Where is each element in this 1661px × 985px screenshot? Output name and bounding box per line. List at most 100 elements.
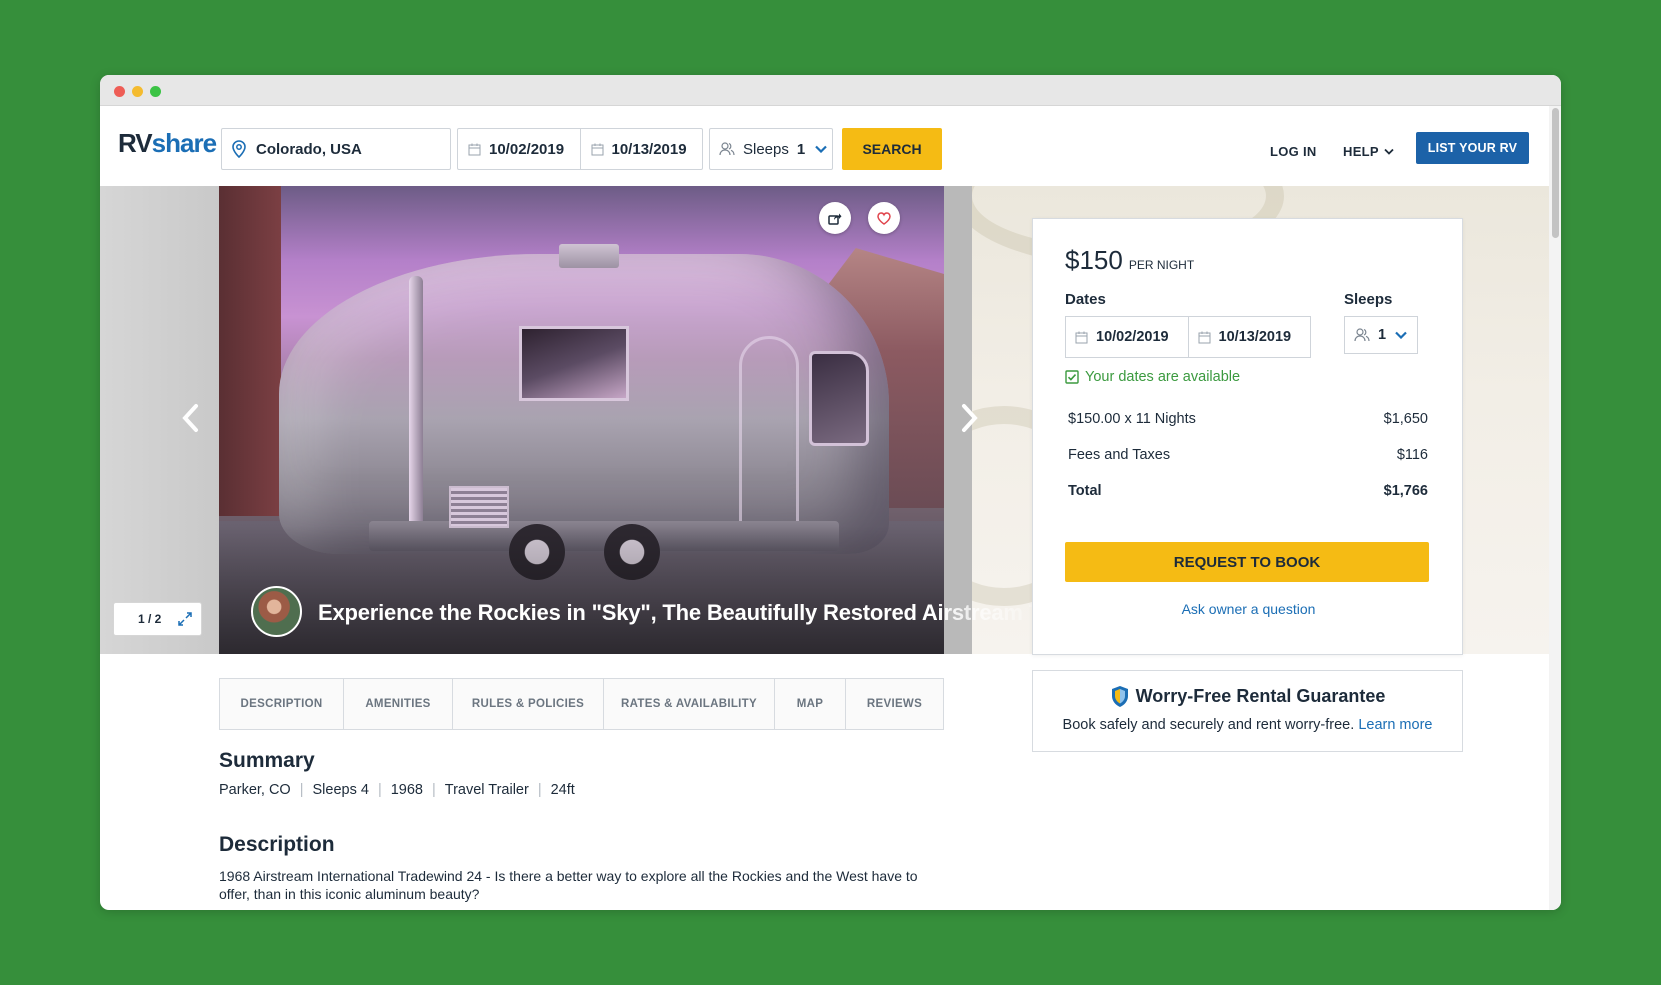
booking-card: $150 PER NIGHT Dates Sleeps 10/02/2019 1… [1032,218,1463,655]
line-item-amount: $1,650 [1383,411,1428,427]
checkbox-checked-icon [1065,370,1079,384]
favorite-button[interactable] [868,202,900,234]
trailer-roof-unit [559,244,619,268]
summary-year: 1968 [390,782,423,798]
location-input[interactable]: Colorado, USA [221,128,451,170]
summary-separator: | [299,782,304,798]
start-date-field[interactable]: 10/02/2019 [458,129,580,169]
login-link[interactable]: LOG IN [1270,144,1317,159]
calendar-icon [591,143,603,155]
description-heading: Description [219,833,335,856]
page-scrollbar[interactable] [1549,106,1561,910]
rv-main-photo[interactable] [219,186,944,654]
calendar-icon [468,143,481,155]
previous-photo-button[interactable] [176,398,204,438]
browser-window: RVshare Colorado, USA 10/02/2019 10/13/2… [100,75,1561,910]
learn-more-link[interactable]: Learn more [1358,717,1432,733]
trailer-window [519,326,629,401]
summary-location: Parker, CO [219,782,291,798]
trailer-window [809,351,869,446]
scrollbar-thumb[interactable] [1552,108,1559,238]
photo-house [219,186,281,516]
summary-details: Parker, CO | Sleeps 4 | 1968 | Travel Tr… [219,782,575,798]
booking-sleeps-value: 1 [1378,327,1387,343]
next-photo-button[interactable] [956,398,984,438]
per-night-label: PER NIGHT [1128,258,1195,272]
host-avatar[interactable] [251,586,302,637]
booking-date-range[interactable]: 10/02/2019 10/13/2019 [1065,316,1311,358]
summary-length: 24ft [550,782,575,798]
price-line-total: Total $1,766 [1068,483,1428,499]
help-menu[interactable]: HELP [1343,144,1394,159]
rvshare-logo[interactable]: RVshare [118,128,217,159]
help-label: HELP [1343,144,1379,159]
line-item-amount: $1,766 [1383,483,1428,499]
booking-sleeps-select[interactable]: 1 [1344,316,1418,354]
trailer-vent [449,486,509,528]
sleeps-label: Sleeps [743,140,789,158]
price-row: $150 PER NIGHT [1065,245,1194,276]
tab-rules-policies[interactable]: RULES & POLICIES [453,679,604,729]
photo-counter-text: 1 / 2 [138,612,162,626]
summary-separator: | [537,782,542,798]
chevron-down-icon [815,145,827,153]
booking-start-date[interactable]: 10/02/2019 [1066,317,1188,357]
trailer-rib [409,276,423,546]
line-item-label: Total [1068,483,1102,499]
photo-gradient-overlay [219,526,944,654]
sleeps-value: 1 [796,140,806,158]
line-item-label: $150.00 x 11 Nights [1068,411,1196,427]
booking-start-date-value: 10/02/2019 [1096,329,1169,345]
end-date-field[interactable]: 10/13/2019 [579,129,703,169]
end-date-value: 10/13/2019 [611,140,687,158]
list-your-rv-button[interactable]: LIST YOUR RV [1416,132,1529,164]
guarantee-title: Worry-Free Rental Guarantee [1033,685,1462,708]
listing-tabs: DESCRIPTION AMENITIES RULES & POLICIES R… [219,678,944,730]
tab-amenities[interactable]: AMENITIES [344,679,453,729]
availability-text: Your dates are available [1085,369,1241,385]
heart-icon [877,211,891,225]
tab-reviews[interactable]: REVIEWS [846,679,943,729]
sleeps-select[interactable]: Sleeps 1 [709,128,833,170]
people-icon [719,142,735,156]
chevron-down-icon [1395,331,1407,339]
logo-rv-text: RV [118,128,153,158]
expand-icon [178,612,193,626]
ask-owner-link[interactable]: Ask owner a question [1033,601,1464,617]
close-window-button[interactable] [114,86,125,97]
guarantee-card: Worry-Free Rental Guarantee Book safely … [1032,670,1463,752]
booking-end-date[interactable]: 10/13/2019 [1187,317,1311,357]
description-text: 1968 Airstream International Tradewind 2… [219,868,918,902]
minimize-window-button[interactable] [132,86,143,97]
maximize-window-button[interactable] [150,86,161,97]
summary-heading: Summary [219,749,315,772]
tab-map[interactable]: MAP [775,679,846,729]
search-button[interactable]: SEARCH [842,128,942,170]
request-to-book-button[interactable]: REQUEST TO BOOK [1065,542,1429,582]
share-button[interactable] [819,202,851,234]
site-header: RVshare Colorado, USA 10/02/2019 10/13/2… [100,106,1549,186]
map-pin-icon [232,140,246,158]
tab-rates-availability[interactable]: RATES & AVAILABILITY [604,679,775,729]
tab-description[interactable]: DESCRIPTION [220,679,344,729]
people-icon [1354,328,1370,342]
summary-type: Travel Trailer [444,782,529,798]
guarantee-text: Book safely and securely and rent worry-… [1033,717,1462,733]
nightly-price: $150 [1065,245,1123,275]
calendar-icon [1075,331,1088,343]
login-label: LOG IN [1270,144,1317,159]
location-value: Colorado, USA [256,140,362,158]
guarantee-title-text: Worry-Free Rental Guarantee [1135,686,1386,706]
chevron-left-icon [182,404,198,432]
logo-share-text: share [151,128,217,158]
price-line-nights: $150.00 x 11 Nights $1,650 [1068,411,1428,427]
shield-icon [1111,686,1128,707]
date-range-input[interactable]: 10/02/2019 10/13/2019 [457,128,703,170]
photo-counter[interactable]: 1 / 2 [113,602,202,636]
trailer-door [739,336,799,536]
summary-separator: | [377,782,382,798]
sleeps-label: Sleeps [1344,291,1393,308]
chevron-down-icon [1384,148,1394,155]
booking-end-date-value: 10/13/2019 [1218,329,1292,345]
share-icon [828,213,842,225]
